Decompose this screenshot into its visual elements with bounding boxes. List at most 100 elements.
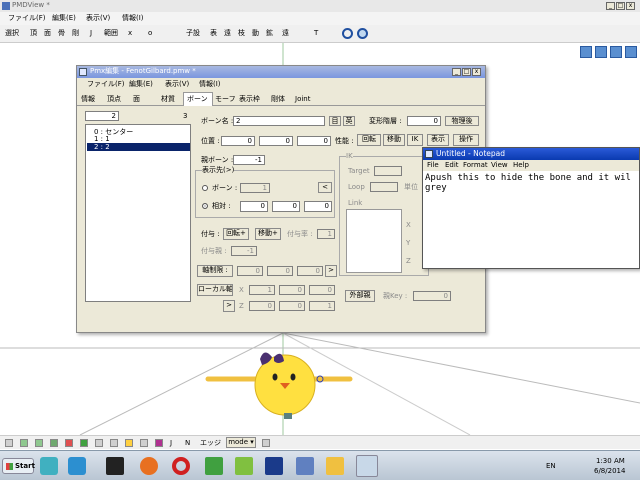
tab-rigid[interactable]: 剛体	[271, 95, 285, 104]
bottom-icon-3[interactable]	[35, 439, 43, 447]
notepad-menu-file[interactable]: File	[427, 161, 439, 170]
target-icon[interactable]	[357, 28, 368, 39]
bottom-icon-1[interactable]	[5, 439, 13, 447]
pan-view-icon[interactable]	[625, 46, 637, 58]
pmx-menu-edit[interactable]: 編集(E)	[129, 80, 153, 89]
menu-view[interactable]: 表示(V)	[86, 14, 110, 23]
pmxeditor-icon[interactable]	[235, 457, 253, 475]
perf-display-button[interactable]: 表示	[427, 134, 449, 146]
photoshop-icon[interactable]	[265, 457, 283, 475]
tab-morph[interactable]: モーフ	[215, 95, 236, 104]
tab-joint[interactable]: Joint	[295, 95, 310, 104]
local-axis-button[interactable]: ローカル軸 :	[197, 284, 233, 296]
app-icon-11[interactable]	[356, 455, 378, 477]
pmx-close-button[interactable]: x	[472, 68, 481, 76]
local-nav-right-button[interactable]: >	[223, 300, 235, 312]
bottom-icon-9[interactable]	[125, 439, 133, 447]
ik-link-list[interactable]	[346, 209, 402, 273]
local-x3-field[interactable]: 0	[309, 285, 335, 295]
bone-list-item[interactable]: 1 : 1	[94, 135, 190, 143]
bottom-label-edge[interactable]: エッジ	[200, 439, 221, 448]
move-view-icon[interactable]	[580, 46, 592, 58]
relative-x-field[interactable]: 0	[240, 201, 268, 212]
bottom-icon-10[interactable]	[140, 439, 148, 447]
perf-rotate-button[interactable]: 回転	[357, 134, 381, 146]
bone-list-item[interactable]: 0 : センター	[94, 127, 190, 135]
rotate-view-icon[interactable]	[595, 46, 607, 58]
tool-face[interactable]: 面	[44, 29, 51, 38]
pmx-menu-view[interactable]: 表示(V)	[165, 80, 189, 89]
tool-c[interactable]: 枝	[238, 29, 245, 38]
bottom-icon-last[interactable]	[262, 439, 270, 447]
bottom-icon-2[interactable]	[20, 439, 28, 447]
bottom-icon-5[interactable]	[65, 439, 73, 447]
bottom-icon-6[interactable]	[80, 439, 88, 447]
main-close-button[interactable]: x	[626, 2, 635, 10]
tool-f[interactable]: 遠	[282, 29, 289, 38]
position-y-field[interactable]: 0	[259, 136, 293, 146]
radio-bone[interactable]	[202, 185, 208, 191]
tool-t[interactable]: T	[314, 29, 318, 38]
perf-move-button[interactable]: 移動	[383, 134, 405, 146]
local-z2-field[interactable]: 0	[279, 301, 305, 311]
pmx-min-button[interactable]: _	[452, 68, 461, 76]
inherit-rate-field[interactable]: 1	[317, 229, 335, 239]
tool-joint[interactable]: J	[90, 29, 92, 38]
character-model[interactable]	[200, 343, 360, 423]
tool-e[interactable]: 鉱	[266, 29, 273, 38]
bottom-icon-4[interactable]	[50, 439, 58, 447]
local-z3-field[interactable]: 1	[309, 301, 335, 311]
axis-nav-right-button[interactable]: >	[325, 265, 337, 277]
pmdview-icon[interactable]	[205, 457, 223, 475]
local-x1-field[interactable]: 1	[249, 285, 275, 295]
notepad-menu-view[interactable]: View	[491, 161, 508, 170]
media-app-icon[interactable]	[106, 457, 124, 475]
pmx-max-button[interactable]: □	[462, 68, 471, 76]
tab-face[interactable]: 面	[133, 95, 140, 104]
tool-child[interactable]: 子設	[186, 29, 200, 38]
display-bone-field[interactable]: 1	[240, 183, 270, 193]
ik-target-field[interactable]	[374, 166, 402, 176]
tab-material[interactable]: 材質	[161, 95, 175, 104]
tab-info[interactable]: 情報	[81, 95, 95, 104]
folder-icon[interactable]	[326, 457, 344, 475]
position-z-field[interactable]: 0	[297, 136, 331, 146]
menu-edit[interactable]: 編集(E)	[52, 14, 76, 23]
bottom-icon-8[interactable]	[110, 439, 118, 447]
notepad-menu-format[interactable]: Format	[463, 161, 488, 170]
tab-display[interactable]: 表示枠	[239, 95, 260, 104]
notepad-text-area[interactable]: Apush this to hide the bone and it wil g…	[425, 173, 637, 267]
perf-ik-button[interactable]: IK	[407, 134, 423, 146]
menu-info[interactable]: 情報(I)	[122, 14, 144, 23]
tab-vertex[interactable]: 頂点	[107, 95, 121, 104]
tool-a[interactable]: 表	[210, 29, 217, 38]
bone-list-item-selected[interactable]: 2 : 2	[87, 143, 190, 151]
axis-x-field[interactable]: 0	[237, 266, 263, 276]
relative-y-field[interactable]: 0	[272, 201, 300, 212]
tool-x[interactable]: x	[128, 29, 132, 38]
notepad-menu-help[interactable]: Help	[513, 161, 529, 170]
name-en-button[interactable]: 英	[343, 116, 355, 126]
miku-app-icon[interactable]	[40, 457, 58, 475]
main-min-button[interactable]: _	[606, 2, 615, 10]
profile-app-icon[interactable]	[68, 457, 86, 475]
parent-key-field[interactable]: 0	[413, 291, 451, 301]
opera-icon[interactable]	[172, 457, 190, 475]
language-indicator[interactable]: EN	[546, 462, 556, 471]
menu-file[interactable]: ファイル(F)	[8, 14, 46, 23]
tool-d[interactable]: 動	[252, 29, 259, 38]
inherit-move-button[interactable]: 移動+	[255, 228, 281, 240]
inherit-parent-field[interactable]: -1	[231, 246, 257, 256]
bottom-label-n[interactable]: N	[185, 439, 190, 448]
app-icon-9[interactable]	[296, 457, 314, 475]
tab-bone[interactable]: ボーン	[183, 92, 213, 106]
perf-operate-button[interactable]: 操作	[453, 134, 479, 146]
start-button[interactable]: Start	[2, 458, 35, 474]
tool-b[interactable]: 遠	[224, 29, 231, 38]
position-x-field[interactable]: 0	[221, 136, 255, 146]
tool-range[interactable]: 範囲	[104, 29, 118, 38]
tool-select[interactable]: 選択	[5, 29, 19, 38]
zoom-view-icon[interactable]	[610, 46, 622, 58]
radio-relative[interactable]	[202, 203, 208, 209]
axis-y-field[interactable]: 0	[267, 266, 293, 276]
